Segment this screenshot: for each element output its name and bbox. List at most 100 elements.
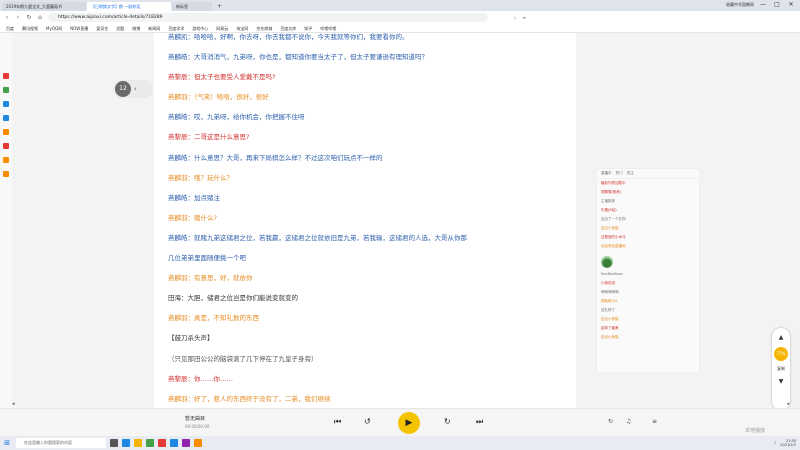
track-time: 00:00/00:00 <box>185 424 210 429</box>
zoom-percent[interactable]: 77% <box>774 347 788 361</box>
scroll-right-icon[interactable]: ▸ <box>787 401 790 407</box>
menu-icon[interactable]: ≡ <box>652 418 657 425</box>
script-line: 燕麟羽：（气笑）哈哈，很好，很好 <box>168 93 269 102</box>
bookmark-item[interactable]: 腾讯视频 <box>22 24 38 32</box>
bookmark-item[interactable]: 百度文库 <box>280 24 296 32</box>
loop-icon[interactable]: ↻ <box>608 418 613 425</box>
minimize-icon[interactable]: — <box>758 1 768 8</box>
prev-track-button[interactable]: ⏮ <box>334 417 341 427</box>
side-panel-item[interactable]: 主播推荐 <box>597 197 699 206</box>
side-panel-item[interactable]: 欢迎来到直播间 <box>597 242 699 251</box>
side-panel-item[interactable]: 乐晨(B站) <box>597 206 699 215</box>
close-icon[interactable]: ✕ <box>786 1 796 8</box>
bookmark-item[interactable]: 知乎 <box>304 24 312 32</box>
new-tab-icon[interactable]: + <box>213 2 226 11</box>
app-icon[interactable] <box>3 101 9 107</box>
bookmark-item[interactable]: MyQQ网 <box>46 24 62 32</box>
app-icon[interactable] <box>3 115 9 121</box>
script-line: 燕黎辰：二哥这是什么意思? <box>168 133 250 142</box>
playlist-icon[interactable]: ♫ <box>626 418 631 425</box>
copy-button[interactable]: 复制 <box>777 363 785 375</box>
taskbar-app-icon[interactable] <box>158 439 166 447</box>
side-panel-tab[interactable]: 直播中 <box>601 171 612 176</box>
script-content: 燕麟凯：哈哈哈，好啊，你去呀，你去我都不说你，今天我就等你们，我要看你的。 燕麟皓… <box>154 33 576 408</box>
bookmark-item[interactable]: 百度 <box>6 24 14 32</box>
browser-tab[interactable]: 新标签 <box>172 2 212 11</box>
taskbar-search-input[interactable]: 在这里输入你要搜索的内容 <box>16 438 106 448</box>
side-panel-item[interactable]: 起风了最美 <box>597 324 699 333</box>
next-track-button[interactable]: ⏭ <box>476 417 483 427</box>
script-line: 田海：大胆，储君之位岂是你们能说变就变的 <box>168 294 298 303</box>
script-line: 燕麟皓：大哥消消气，九弟呀，你也是，都知道你要当太子了，但太子要谦逊有理知道吗？ <box>168 53 428 62</box>
address-bar: ‹ › ↻ ⌂ https://www.aipiaxi.com/article-… <box>0 11 800 24</box>
scroll-left-icon[interactable]: ◂ <box>12 401 15 407</box>
bookmark-item[interactable]: 哔哩哔哩 <box>320 24 336 32</box>
timer-widget[interactable]: 12 4 <box>113 80 153 98</box>
side-panel-item[interactable]: 送出了一个礼物 <box>597 215 699 224</box>
taskbar-app-icon[interactable] <box>146 439 154 447</box>
side-panel-item[interactable]: 播放列表加载中 <box>597 179 699 188</box>
bookmark-item[interactable]: 爱奇艺 <box>96 24 108 32</box>
app-icon[interactable] <box>3 87 9 93</box>
star-icon[interactable]: ☆ <box>513 15 517 20</box>
script-line: 燕麟皓：哎，九弟呀，给你机会，你把握不住呀 <box>168 113 305 122</box>
tray-date: 2021/2/7 <box>780 443 796 447</box>
side-panel-item[interactable]: 送出小熊猫 <box>597 333 699 342</box>
scroll-down-button[interactable]: ▼ <box>779 375 784 389</box>
side-panel-item[interactable]: 送出小熊猫 <box>597 224 699 233</box>
bookmark-item[interactable]: 百度学术 <box>168 24 184 32</box>
browser-tab-active[interactable]: 【已转换文字】鹤 一剧你话 <box>87 2 171 11</box>
side-panel-item[interactable]: 嘀嘀嘀嘀嘀 <box>597 288 699 297</box>
back-icon[interactable]: ‹ <box>4 14 10 21</box>
rewind-button[interactable]: ↺ <box>364 417 371 426</box>
side-panel-tab[interactable]: 热门 <box>616 171 623 176</box>
bookmark-item[interactable]: 微博 <box>132 24 140 32</box>
side-panel-item[interactable]: 小燕说说 <box>597 279 699 288</box>
timer-number: 12 <box>115 81 131 97</box>
bookmark-item[interactable]: 新闻网 <box>148 24 160 32</box>
bookmark-item[interactable]: 优酷 <box>116 24 124 32</box>
script-line: 燕麟皓：加点赌注 <box>168 193 220 202</box>
clock[interactable]: 21:55 2021/2/7 <box>780 439 796 447</box>
volume-icon[interactable]: ♪ <box>774 441 776 445</box>
side-panel-item[interactable]: 送出小熊猫 <box>597 315 699 324</box>
taskbar-app-icon[interactable] <box>134 439 142 447</box>
refresh-icon[interactable]: ↻ <box>26 14 32 21</box>
taskbar-app-icon[interactable] <box>110 439 118 447</box>
side-panel-item[interactable]: BeeBeeBees <box>597 270 699 279</box>
taskbar-app-icon[interactable] <box>194 439 202 447</box>
script-line: 燕麟凯：哈哈哈，好啊，你去呀，你去我都不说你，今天我就等你们，我要看你的。 <box>168 33 409 41</box>
home-icon[interactable]: ⌂ <box>37 14 43 21</box>
side-panel-item[interactable]: 送礼物了 <box>597 306 699 315</box>
bookmark-item[interactable]: NOW直播 <box>70 24 88 32</box>
app-icon[interactable] <box>3 73 9 79</box>
menu-icon[interactable]: ≡ <box>523 15 526 20</box>
taskbar-app-icon[interactable] <box>182 439 190 447</box>
app-icon[interactable] <box>3 143 9 149</box>
bookmark-item[interactable]: 京东商城 <box>256 24 272 32</box>
maximize-icon[interactable]: □ <box>772 1 782 8</box>
taskbar-app-icon[interactable] <box>170 439 178 447</box>
audio-player: 暂无曲目 00:00/00:00 ⏮ ↺ ▶ ↻ ⏭ ↻ ♫ ≡ <box>0 408 800 436</box>
side-panel-item[interactable]: 燕紫嫣小A <box>597 297 699 306</box>
browser-tab[interactable]: 2019年鹤九鹿全文_九鹿蘑菇节 <box>2 2 86 11</box>
app-icon[interactable] <box>3 157 9 163</box>
url-input[interactable]: https://www.aipiaxi.com/article-details/… <box>48 13 488 22</box>
bookmark-item[interactable]: 淘宝网 <box>236 24 248 32</box>
forward-icon[interactable]: › <box>15 14 21 21</box>
forward-button[interactable]: ↻ <box>444 417 451 426</box>
script-line: 燕麟皓：什么意思？大哥，再来下局棋怎么样？不过这次咱们玩点不一样的 <box>168 153 383 162</box>
script-line: 【鼓刀杀头声】 <box>168 334 214 343</box>
app-icon[interactable] <box>3 129 9 135</box>
taskbar-app-icon[interactable] <box>122 439 130 447</box>
scroll-up-button[interactable]: ▲ <box>779 331 784 345</box>
play-button[interactable]: ▶ <box>398 412 420 434</box>
bookmark-item[interactable]: 游戏中心 <box>192 24 208 32</box>
bookmark-item[interactable]: 网易云 <box>216 24 228 32</box>
app-icon[interactable] <box>3 171 9 177</box>
script-line: 燕麟羽：赌什么? <box>168 213 217 222</box>
start-icon[interactable]: ⊞ <box>2 439 12 447</box>
side-panel-item[interactable]: 这是谁的小木马 <box>597 233 699 242</box>
side-panel-tab[interactable]: 关注 <box>627 171 634 176</box>
side-panel-item[interactable]: 燕飘雪(昵称) <box>597 188 699 197</box>
